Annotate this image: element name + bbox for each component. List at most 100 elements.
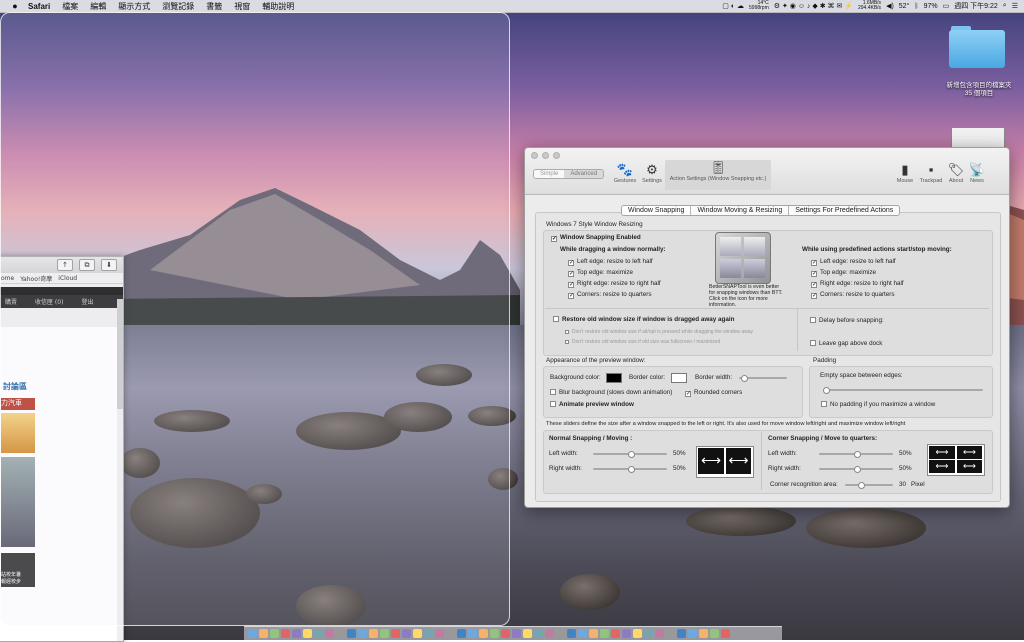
drag-option-left[interactable]: Left edge: resize to left half xyxy=(568,258,653,266)
dock-app-icon[interactable] xyxy=(424,629,433,638)
dock-app-icon[interactable] xyxy=(644,629,653,638)
menu-view[interactable]: 顯示方式 xyxy=(118,1,150,12)
mode-advanced-button[interactable]: Advanced xyxy=(564,170,604,178)
tab-window-moving[interactable]: Window Moving & Resizing xyxy=(690,206,788,215)
restore-sub-2-row[interactable]: Don't restore old window size if old siz… xyxy=(565,339,720,345)
dock-app-icon[interactable] xyxy=(248,629,257,638)
btt-preferences-window[interactable]: Simple Advanced 🐾 Gestures ⚙ Settings 🎚 … xyxy=(524,147,1010,508)
rounded-row[interactable]: Rounded corners xyxy=(685,389,742,397)
checkbox[interactable] xyxy=(550,401,556,407)
status-icons[interactable]: ▢ ◐ ☁ xyxy=(722,2,744,10)
dock-app-icon[interactable] xyxy=(633,629,642,638)
toolbar-about[interactable]: 🏷 About xyxy=(945,162,967,184)
slider-knob[interactable] xyxy=(853,465,861,473)
checkbox[interactable] xyxy=(811,293,817,299)
toolbar-action-settings[interactable]: 🎚 Action Settings (Window Snapping etc.) xyxy=(665,160,771,190)
dock-app-icon[interactable] xyxy=(534,629,543,638)
checkbox[interactable] xyxy=(685,391,691,397)
mode-simple-button[interactable]: Simple xyxy=(534,170,565,178)
dock-app-icon[interactable] xyxy=(358,629,367,638)
dock-app-icon[interactable] xyxy=(501,629,510,638)
dock-app-icon[interactable] xyxy=(556,629,565,638)
delay-row[interactable]: Delay before snapping: xyxy=(810,317,884,324)
slider-knob[interactable] xyxy=(741,374,749,382)
pre-option-left[interactable]: Left edge: resize to left half xyxy=(811,258,896,266)
checkbox[interactable] xyxy=(553,316,559,322)
dock-app-icon[interactable] xyxy=(567,629,576,638)
desktop-folder-icon[interactable] xyxy=(949,24,1005,68)
dock-app-icon[interactable] xyxy=(314,629,323,638)
no-padding-row[interactable]: No padding if you maximize a window xyxy=(821,401,935,408)
dock-app-icon[interactable] xyxy=(512,629,521,638)
desktop-folder-label[interactable]: 新增包含項目的檔案夾 35 個項目 xyxy=(937,82,1021,98)
menu-file[interactable]: 檔案 xyxy=(62,1,78,12)
toolbar-settings[interactable]: ⚙ Settings xyxy=(639,162,665,184)
dock-app-icon[interactable] xyxy=(611,629,620,638)
temp-readout[interactable]: 14°C 5998rpm xyxy=(749,1,769,11)
checkbox[interactable] xyxy=(810,340,816,346)
dock-app-icon[interactable] xyxy=(589,629,598,638)
tab-predefined-actions[interactable]: Settings For Predefined Actions xyxy=(788,206,899,215)
minimize-button[interactable] xyxy=(542,152,549,159)
menu-edit[interactable]: 編輯 xyxy=(90,1,106,12)
checkbox[interactable] xyxy=(811,282,817,288)
checkbox[interactable] xyxy=(568,271,574,277)
leave-gap-row[interactable]: Leave gap above dock xyxy=(810,340,882,347)
dock-app-icon[interactable] xyxy=(622,629,631,638)
checkbox[interactable] xyxy=(551,236,557,242)
dock-app-icon[interactable] xyxy=(600,629,609,638)
dock-app-icon[interactable] xyxy=(380,629,389,638)
normal-left-width-slider[interactable] xyxy=(593,450,667,458)
checkbox[interactable] xyxy=(810,317,816,323)
toolbar-mouse[interactable]: ▮ Mouse xyxy=(893,162,917,184)
checkbox[interactable] xyxy=(811,271,817,277)
animate-row[interactable]: Animate preview window xyxy=(550,401,634,408)
dock-app-icon[interactable] xyxy=(710,629,719,638)
zoom-button[interactable] xyxy=(553,152,560,159)
dock-app-icon[interactable] xyxy=(281,629,290,638)
checkbox[interactable] xyxy=(550,389,556,395)
volume-icon[interactable]: ◀) xyxy=(886,2,894,10)
bluetooth-icon[interactable]: ᛒ xyxy=(914,3,918,10)
checkbox[interactable] xyxy=(811,260,817,266)
checkbox[interactable] xyxy=(821,401,827,407)
dock-app-icon[interactable] xyxy=(655,629,664,638)
checkbox[interactable] xyxy=(565,330,569,334)
dock-app-icon[interactable] xyxy=(402,629,411,638)
drag-option-corners[interactable]: Corners: resize to quarters xyxy=(568,291,652,299)
slider-knob[interactable] xyxy=(627,450,635,458)
dock-app-icon[interactable] xyxy=(413,629,422,638)
dock-app-icon[interactable] xyxy=(666,629,675,638)
toolbar-trackpad[interactable]: ▪ Trackpad xyxy=(917,162,945,184)
dock-app-icon[interactable] xyxy=(699,629,708,638)
apple-menu-icon[interactable]: ● xyxy=(8,1,22,11)
slider-knob[interactable] xyxy=(823,386,830,394)
bg-color-well[interactable] xyxy=(606,373,622,383)
tray-icons[interactable]: ⚙ ✦ ◉ ☺ ♪ ◆ ✱ ⌘ ✉ ⚡ xyxy=(774,2,853,10)
menu-app-name[interactable]: Safari xyxy=(28,2,50,11)
pre-option-corners[interactable]: Corners: resize to quarters xyxy=(811,291,895,299)
tab-window-snapping[interactable]: Window Snapping xyxy=(622,206,691,215)
checkbox[interactable] xyxy=(565,340,569,344)
toolbar-gestures[interactable]: 🐾 Gestures xyxy=(611,162,639,184)
dock-app-icon[interactable] xyxy=(688,629,697,638)
checkbox[interactable] xyxy=(568,293,574,299)
menu-history[interactable]: 瀏覽記錄 xyxy=(162,1,194,12)
dock-app-icon[interactable] xyxy=(578,629,587,638)
restore-sub-1-row[interactable]: Don't restore old window size if alt/opt… xyxy=(565,329,753,335)
dock-app-icon[interactable] xyxy=(457,629,466,638)
dock-app-icon[interactable] xyxy=(270,629,279,638)
blur-row[interactable]: Blur background (slows down animation) xyxy=(550,389,672,396)
drag-option-right[interactable]: Right edge: resize to right half xyxy=(568,280,661,288)
dock-app-icon[interactable] xyxy=(523,629,532,638)
search-icon[interactable]: ⌕ xyxy=(1003,2,1007,10)
corner-left-width-slider[interactable] xyxy=(819,450,893,458)
net-readout[interactable]: 1.6MB/s 294.4KB/s xyxy=(858,1,881,11)
battery-percent[interactable]: 97% xyxy=(924,3,938,10)
dock-app-icon[interactable] xyxy=(435,629,444,638)
dock-app-icon[interactable] xyxy=(325,629,334,638)
dock-app-icon[interactable] xyxy=(259,629,268,638)
checkbox[interactable] xyxy=(568,260,574,266)
slider-knob[interactable] xyxy=(627,465,635,473)
dock-app-icon[interactable] xyxy=(490,629,499,638)
